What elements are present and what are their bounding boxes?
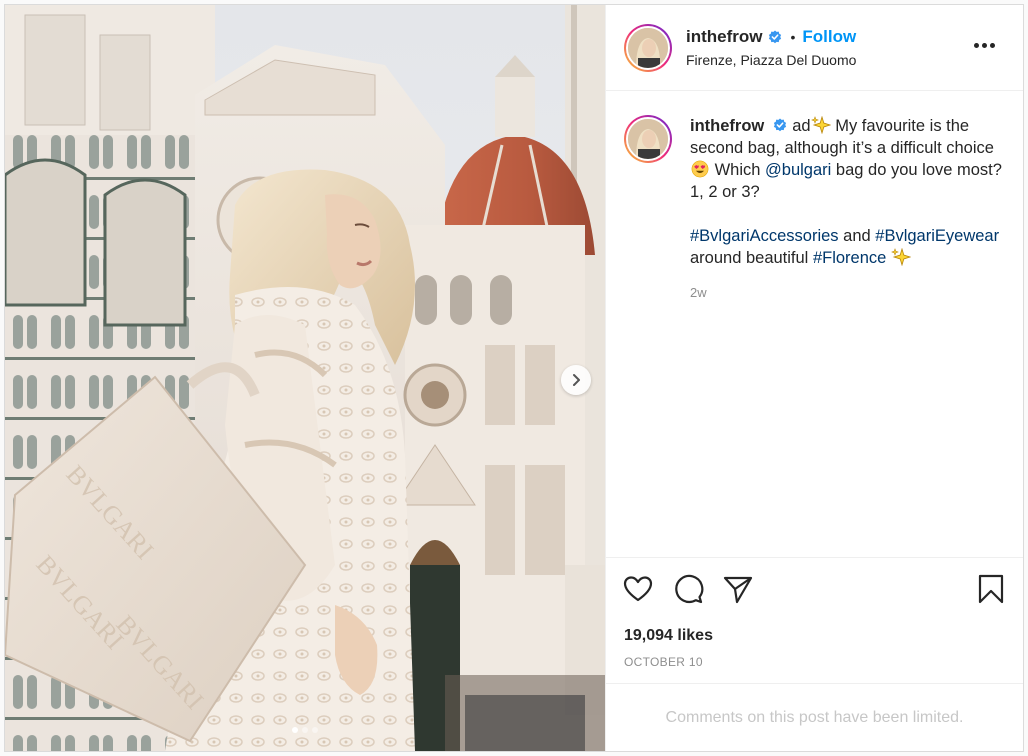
save-button[interactable]: [975, 573, 1007, 605]
profile-photo: [628, 27, 668, 68]
caption-and: and: [843, 227, 871, 245]
carousel-dot: [312, 727, 318, 733]
verified-badge-icon: [768, 30, 781, 44]
follow-button[interactable]: Follow: [802, 27, 856, 47]
carousel-indicator: [292, 727, 318, 733]
caption-prefix: ad: [792, 117, 811, 135]
avatar[interactable]: [624, 115, 672, 163]
next-slide-button[interactable]: [561, 365, 591, 395]
chevron-right-icon: [573, 374, 580, 386]
share-icon: [723, 576, 753, 603]
heart-icon: [623, 575, 653, 601]
post-caption: inthefrow ad My favourite is the second …: [624, 115, 1005, 269]
likes-count[interactable]: 19,094 likes: [606, 619, 1023, 645]
sparkles-icon: [810, 116, 831, 134]
hashtag-link[interactable]: #BvlgariEyewear: [875, 227, 999, 245]
bookmark-icon: [978, 574, 1004, 603]
comments-area[interactable]: inthefrow ad My favourite is the second …: [606, 91, 1023, 557]
sparkles-icon: [891, 248, 911, 266]
username-link[interactable]: inthefrow: [686, 27, 763, 47]
caption-text-4: around beautiful: [690, 249, 809, 267]
separator-bullet: •: [790, 29, 796, 45]
mention-link[interactable]: @bulgari: [765, 161, 831, 179]
verified-badge-icon: [774, 118, 787, 132]
caption-username-link[interactable]: inthefrow: [690, 117, 764, 135]
comment-icon: [675, 574, 704, 603]
post-date[interactable]: OCTOBER 10: [606, 645, 1023, 683]
location-link[interactable]: Firenze, Piazza Del Duomo: [686, 52, 856, 68]
post-header: inthefrow • Follow Firenze, Piazza Del D…: [606, 5, 1023, 91]
profile-photo: [628, 119, 668, 159]
hashtag-link[interactable]: #Florence: [813, 249, 886, 267]
post-time[interactable]: 2w: [690, 285, 1005, 300]
post-media[interactable]: BVLGARI BVLGARI BVLGARI: [5, 5, 605, 751]
comments-limited-notice: Comments on this post have been limited.: [606, 683, 1023, 751]
share-button[interactable]: [722, 573, 754, 605]
post-side-panel: inthefrow • Follow Firenze, Piazza Del D…: [605, 5, 1023, 751]
instagram-post: BVLGARI BVLGARI BVLGARI inthefrow • Foll…: [4, 4, 1024, 752]
caption-text-2: Which: [714, 161, 761, 179]
carousel-dot: [302, 727, 308, 733]
like-button[interactable]: [622, 573, 654, 605]
post-photo: BVLGARI BVLGARI BVLGARI: [5, 5, 605, 751]
carousel-dot: [292, 727, 298, 733]
action-bar: [606, 557, 1023, 619]
caption-text: inthefrow ad My favourite is the second …: [690, 115, 1005, 269]
avatar[interactable]: [624, 23, 672, 72]
heart-eyes-emoji: [691, 160, 709, 178]
hashtag-link[interactable]: #BvlgariAccessories: [690, 227, 839, 245]
more-options-icon[interactable]: [970, 39, 999, 52]
comment-button[interactable]: [672, 573, 704, 605]
